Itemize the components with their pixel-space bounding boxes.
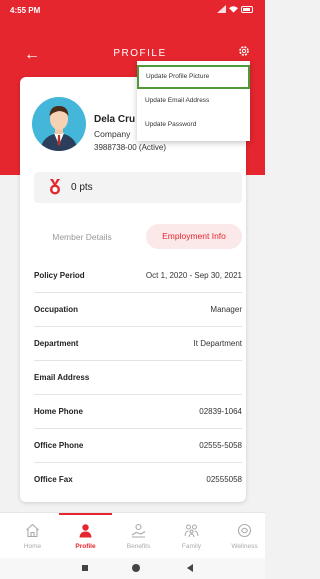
info-value: 02555-5058 (199, 441, 242, 450)
benefits-icon (131, 523, 146, 538)
points-box: 0 pts (34, 172, 242, 203)
info-label: Home Phone (34, 407, 83, 416)
menu-item-update-email-address[interactable]: Update Email Address (137, 89, 250, 113)
nav-label: Home (23, 543, 42, 550)
nav-item-benefits[interactable]: Benefits (112, 513, 165, 559)
system-back-icon[interactable] (187, 564, 193, 572)
family-icon (184, 524, 199, 538)
gear-icon[interactable] (238, 45, 250, 57)
nav-label: Profile (75, 543, 96, 550)
info-row-policy-period: Policy Period Oct 1, 2020 - Sep 30, 2021 (34, 259, 242, 293)
info-label: Email Address (34, 373, 90, 382)
home-button-icon[interactable] (132, 564, 140, 572)
info-label: Occupation (34, 305, 79, 314)
battery-icon (241, 5, 253, 13)
signal-icon (217, 5, 226, 13)
info-value: 02555058 (206, 475, 242, 484)
info-label: Office Phone (34, 441, 84, 450)
wellness-icon (237, 523, 252, 538)
profile-company: Company (94, 129, 131, 139)
profile-icon (79, 524, 92, 538)
info-value: It Department (193, 339, 242, 348)
info-label: Policy Period (34, 271, 85, 280)
nav-label: Wellness (231, 543, 258, 550)
settings-dropdown-menu: Update Profile Picture Update Email Addr… (137, 61, 250, 141)
info-row-department: Department It Department (34, 327, 242, 361)
medal-icon (50, 179, 60, 195)
nav-item-wellness[interactable]: Wellness (218, 513, 271, 559)
menu-item-update-password[interactable]: Update Password (137, 113, 250, 137)
profile-member-number: 3988738-00 (Active) (94, 143, 167, 152)
info-row-occupation: Occupation Manager (34, 293, 242, 327)
recent-apps-icon[interactable] (82, 565, 88, 571)
status-icons (217, 5, 253, 13)
nav-label: Family (181, 543, 202, 550)
page-title: PROFILE (113, 48, 167, 59)
home-icon (26, 523, 39, 538)
info-row-office-phone: Office Phone 02555-5058 (34, 429, 242, 463)
status-bar: 4:55 PM (0, 0, 265, 22)
tab-employment-info[interactable]: Employment Info (146, 224, 242, 249)
nav-item-profile[interactable]: Profile (59, 513, 112, 559)
active-tab-indicator (59, 513, 112, 515)
avatar (32, 97, 86, 151)
status-time: 4:55 PM (10, 6, 41, 15)
info-label: Office Fax (34, 475, 73, 484)
info-label: Department (34, 339, 79, 348)
info-value: 02839-1064 (199, 407, 242, 416)
info-row-home-phone: Home Phone 02839-1064 (34, 395, 242, 429)
info-row-email-address: Email Address (34, 361, 242, 395)
nav-item-family[interactable]: Family (165, 513, 218, 559)
info-row-office-fax: Office Fax 02555058 (34, 463, 242, 497)
info-value: Manager (210, 305, 242, 314)
bottom-navigation: Home Profile Benefits Family Wellness (0, 512, 265, 558)
nav-label: Benefits (126, 543, 151, 550)
profile-name: Dela Cru (94, 114, 136, 125)
tab-member-details[interactable]: Member Details (34, 232, 130, 242)
nav-item-home[interactable]: Home (6, 513, 59, 559)
menu-item-update-profile-picture[interactable]: Update Profile Picture (137, 65, 250, 89)
system-navigation-bar (0, 558, 265, 579)
points-value: 0 pts (71, 182, 93, 193)
info-value: Oct 1, 2020 - Sep 30, 2021 (145, 271, 242, 280)
wifi-icon (229, 6, 238, 13)
back-arrow-icon[interactable]: ← (24, 46, 40, 64)
